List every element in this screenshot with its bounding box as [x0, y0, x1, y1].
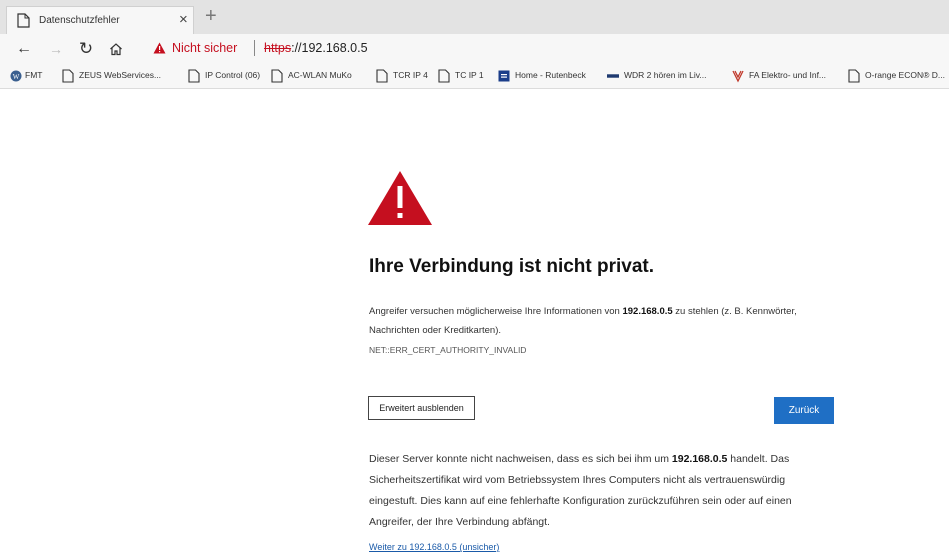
warning-text-start: Angreifer versuchen möglicherweise Ihre …	[369, 306, 623, 317]
advanced-toggle-button[interactable]: Erweitert ausblenden	[368, 396, 475, 420]
address-separator	[254, 40, 255, 56]
back-arrow-icon[interactable]: ←	[12, 37, 36, 61]
certificate-details: Dieser Server konnte nicht nachweisen, d…	[369, 449, 834, 533]
fa-icon	[732, 70, 744, 83]
bookmarks-bar: W FMT ZEUS WebServices... IP Control (06…	[0, 64, 949, 89]
page-icon	[438, 69, 450, 83]
warning-triangle-icon	[368, 171, 432, 225]
tab-close-button[interactable]: ×	[179, 11, 188, 29]
proceed-unsafe-link[interactable]: Weiter zu 192.168.0.5 (unsicher)	[369, 542, 499, 552]
home-icon[interactable]	[104, 37, 128, 61]
url-scheme: https	[264, 41, 292, 55]
error-code: NET::ERR_CERT_AUTHORITY_INVALID	[369, 345, 527, 355]
page-title: Ihre Verbindung ist nicht privat.	[369, 256, 655, 277]
page-icon	[376, 69, 388, 83]
page-icon	[62, 69, 74, 83]
page-icon	[848, 69, 860, 83]
security-status-label[interactable]: Nicht sicher	[172, 41, 237, 55]
warning-triangle-icon	[153, 42, 166, 54]
rutenbeck-icon	[498, 70, 510, 82]
navigation-bar: ← → ↻ Nicht sicher https://192.168.0.5	[0, 34, 949, 64]
svg-text:W: W	[13, 73, 20, 81]
back-button[interactable]: Zurück	[774, 397, 834, 424]
page-icon	[188, 69, 200, 83]
page-icon	[17, 13, 30, 28]
forward-arrow-icon[interactable]: →	[44, 37, 68, 61]
reload-icon[interactable]: ↻	[74, 37, 98, 61]
url-text[interactable]: https://192.168.0.5	[264, 41, 368, 55]
tab-active[interactable]: Datenschutzfehler ×	[6, 6, 194, 34]
wdr-icon	[607, 74, 619, 78]
host-name: 192.168.0.5	[622, 306, 673, 317]
tab-strip: Datenschutzfehler × +	[0, 0, 949, 34]
new-tab-button[interactable]: +	[205, 6, 217, 26]
tab-title: Datenschutzfehler	[39, 15, 120, 26]
warning-description: Angreifer versuchen möglicherweise Ihre …	[369, 302, 839, 340]
url-host: ://192.168.0.5	[291, 41, 368, 55]
wordpress-icon: W	[10, 70, 22, 82]
page-icon	[271, 69, 283, 83]
details-text-start: Dieser Server konnte nicht nachweisen, d…	[369, 453, 672, 465]
host-name: 192.168.0.5	[671, 453, 728, 465]
